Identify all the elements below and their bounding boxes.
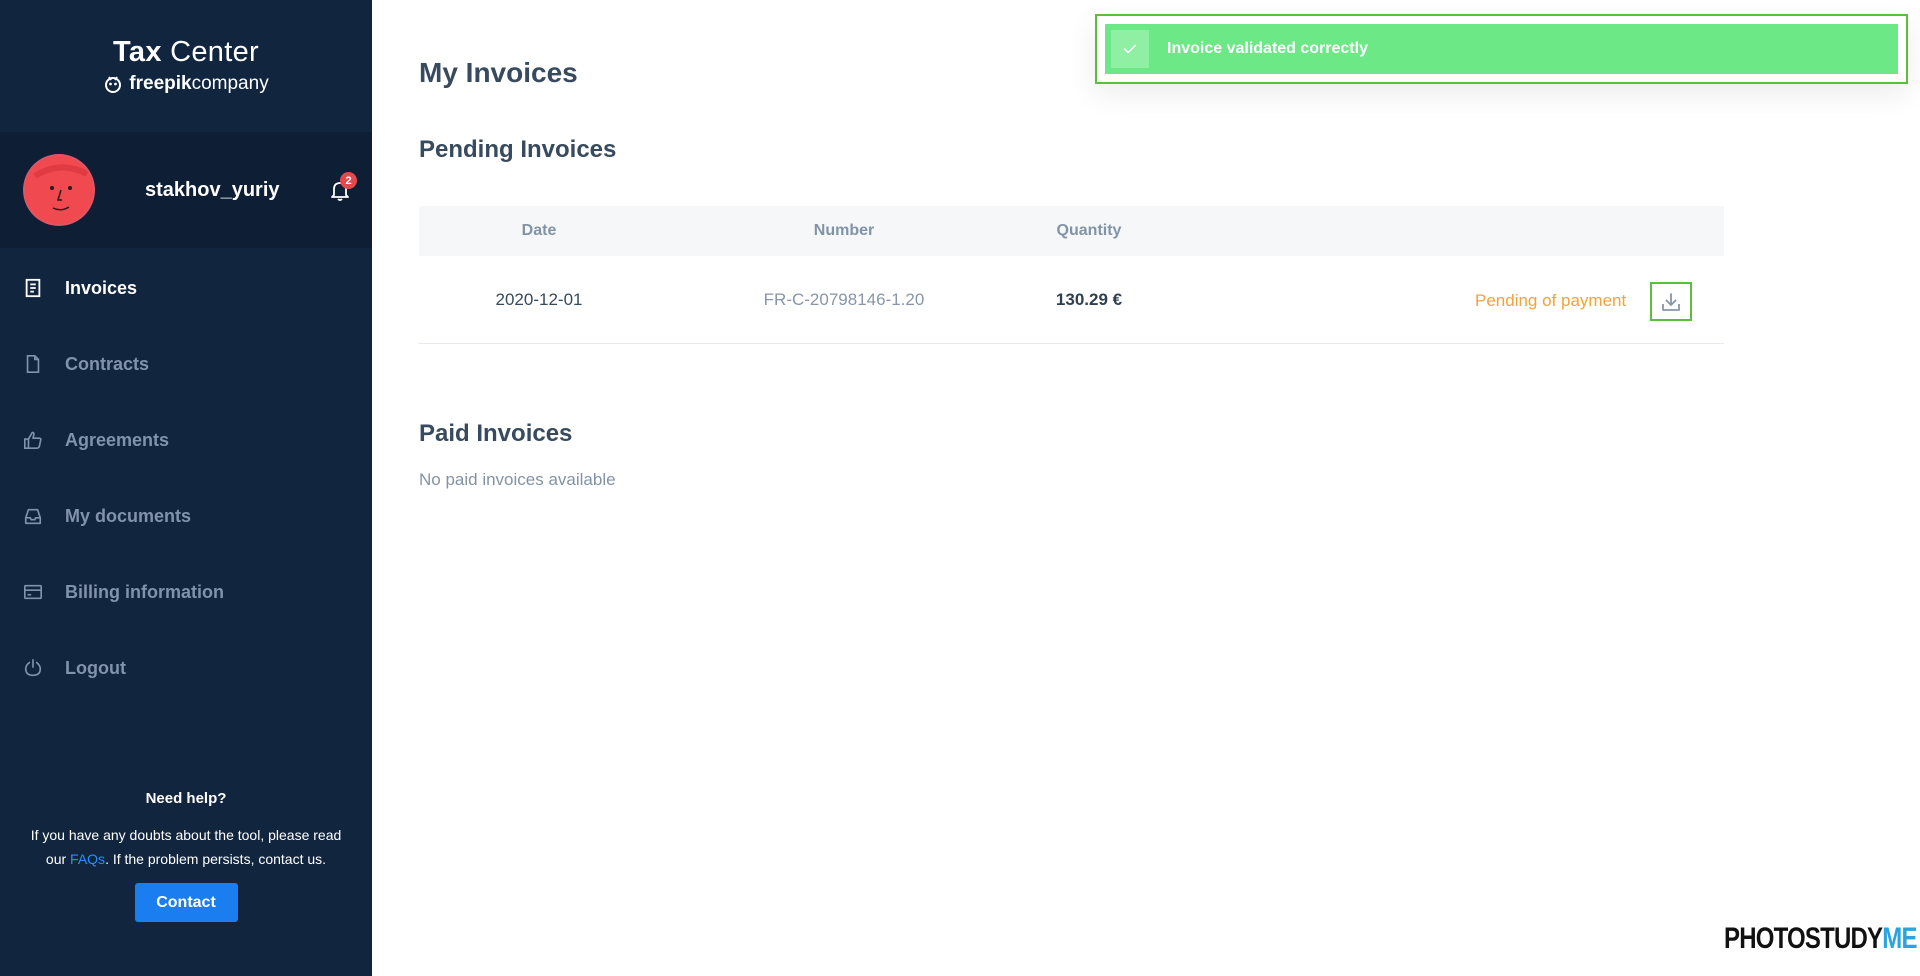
freepik-logo-icon [105, 75, 122, 93]
watermark-logo: PHOTOSTUDYME [1724, 922, 1917, 955]
download-invoice-button[interactable] [1650, 282, 1692, 321]
help-title: Need help? [145, 790, 227, 807]
brand-subtitle: freepikcompany [103, 73, 269, 95]
sidebar-item-label: Contracts [65, 353, 150, 374]
brand-logo[interactable]: Tax Center freepikcompany [0, 0, 372, 130]
credit-card-icon [22, 581, 44, 603]
column-header-number: Number [813, 222, 875, 239]
brand-title: Tax Center [113, 35, 259, 68]
sidebar-item-my-documents[interactable]: My documents [0, 478, 372, 554]
sidebar-item-agreements[interactable]: Agreements [0, 402, 372, 478]
column-header-quantity: Quantity [1056, 222, 1122, 239]
sidebar-nav: Invoices Contracts Agreements My documen… [0, 250, 372, 706]
username: stakhov_yuriy [145, 178, 280, 201]
status-badge: Pending of payment [1475, 291, 1627, 310]
sidebar-item-label: Billing information [65, 581, 224, 602]
contact-button[interactable]: Contact [134, 883, 238, 922]
table-row: 2020-12-01 FR-C-20798146-1.20 130.29 € P… [419, 256, 1724, 344]
sidebar-item-label: Agreements [65, 429, 170, 450]
paid-invoices-title: Paid Invoices [419, 420, 573, 447]
table-header: Date Number Quantity [419, 206, 1724, 256]
page-title: My Invoices [419, 57, 578, 88]
power-icon [22, 657, 44, 679]
check-icon [1111, 30, 1149, 68]
inbox-icon [22, 505, 44, 527]
main-content: My Invoices Pending Invoices Date Number… [372, 0, 1920, 976]
sidebar-item-label: Logout [65, 657, 126, 678]
sidebar-item-invoices[interactable]: Invoices [0, 250, 372, 326]
column-header-date: Date [521, 222, 557, 239]
download-icon [1662, 292, 1680, 311]
sidebar-item-billing-information[interactable]: Billing information [0, 554, 372, 630]
sidebar: Tax Center freepikcompany stakhov_yuriy [0, 0, 372, 976]
sidebar-item-contracts[interactable]: Contracts [0, 326, 372, 402]
thumbs-up-icon [22, 429, 44, 451]
invoice-number: FR-C-20798146-1.20 [763, 289, 925, 309]
sidebar-item-label: My documents [65, 505, 192, 526]
sidebar-item-label: Invoices [65, 277, 138, 298]
pending-invoices-title: Pending Invoices [419, 136, 617, 163]
invoice-quantity: 130.29 € [1055, 289, 1123, 309]
pending-invoices-table: Date Number Quantity 2020-12-01 FR-C-207… [419, 206, 1724, 344]
faqs-link[interactable]: FAQs [70, 851, 105, 867]
paid-invoices-empty-text: No paid invoices available [419, 470, 616, 489]
sidebar-item-logout[interactable]: Logout [0, 630, 372, 706]
user-profile: stakhov_yuriy [0, 132, 372, 248]
toast-success[interactable]: Invoice validated correctly [1105, 24, 1898, 74]
toast-message: Invoice validated correctly [1167, 40, 1368, 57]
invoice-date: 2020-12-01 [495, 289, 583, 309]
avatar[interactable] [23, 154, 95, 226]
toast-notification: Invoice validated correctly [1095, 14, 1908, 84]
avatar-face-icon [25, 156, 93, 224]
document-icon [22, 353, 44, 375]
help-text: If you have any doubts about the tool, p… [30, 827, 342, 867]
notification-badge: 2 [340, 172, 357, 189]
help-section: Need help? If you have any doubts about … [0, 790, 372, 922]
invoice-icon [22, 277, 44, 299]
